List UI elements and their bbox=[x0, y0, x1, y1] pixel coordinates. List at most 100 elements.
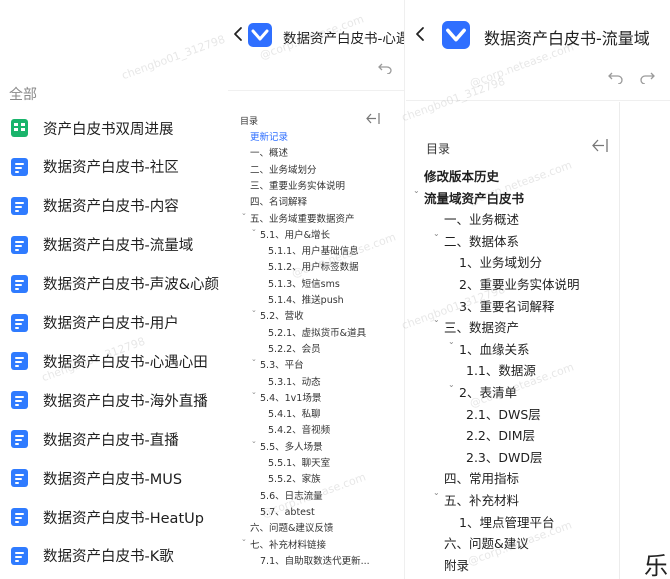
undo-icon[interactable] bbox=[378, 62, 392, 74]
expand-caret-icon[interactable]: ⌄ bbox=[241, 535, 247, 543]
expand-caret-icon[interactable]: ⌄ bbox=[251, 306, 257, 314]
toc-item[interactable]: 修改版本历史 bbox=[424, 166, 499, 185]
document-list-item[interactable]: 数据资产白皮书-K歌 bbox=[0, 537, 228, 575]
toc-item[interactable]: 1、业务域划分 bbox=[459, 252, 542, 271]
expand-caret-icon[interactable]: ⌄ bbox=[251, 388, 257, 396]
toc-item[interactable]: 二、业务域划分 bbox=[250, 162, 317, 176]
collapse-toc-icon[interactable] bbox=[592, 139, 608, 152]
document-list-item[interactable]: 数据资产白皮书-HeatUp bbox=[0, 498, 228, 536]
toc-item[interactable]: 六、问题&建议反馈 bbox=[250, 520, 333, 534]
toc-item[interactable]: 一、概述 bbox=[250, 145, 288, 159]
toc-item[interactable]: 附录 bbox=[444, 555, 469, 574]
toc-item[interactable]: 5.1、用户&增长 bbox=[260, 227, 330, 241]
toc-item[interactable]: 更新记录 bbox=[250, 129, 288, 143]
toc-item[interactable]: 三、重要业务实体说明 bbox=[250, 178, 345, 192]
toc-item[interactable]: 5.5.1、聊天室 bbox=[268, 455, 330, 469]
doc-icon bbox=[11, 274, 28, 293]
expand-caret-icon[interactable]: ⌄ bbox=[251, 355, 257, 363]
toc-item[interactable]: 1、血缘关系 bbox=[459, 339, 529, 358]
toc-item[interactable]: 二、数据体系 bbox=[444, 231, 519, 250]
document-list-item[interactable]: 数据资产白皮书-流量域 bbox=[0, 226, 228, 264]
document-title: 数据资产白皮书-流量域 bbox=[43, 238, 194, 255]
toc-item[interactable]: 5.4、1v1场景 bbox=[260, 390, 321, 404]
toc-item[interactable]: 5.1.4、推送push bbox=[268, 292, 344, 306]
document-list-item[interactable]: 数据资产白皮书-海外直播 bbox=[0, 381, 228, 419]
content-fragment: 乐 bbox=[644, 552, 668, 579]
back-arrow-icon[interactable] bbox=[414, 26, 426, 42]
doc-outline-panel-narrow: 数据资产白皮书-心遇 目录 更新记录一、概述二、业务域划分三、重要业务实体说明四… bbox=[228, 0, 405, 579]
toc-item[interactable]: 三、数据资产 bbox=[444, 317, 519, 336]
toc-item[interactable]: 一、业务概述 bbox=[444, 209, 519, 228]
toc-item[interactable]: 1.1、数据源 bbox=[466, 360, 536, 379]
toc-item[interactable]: 四、名词解释 bbox=[250, 194, 307, 208]
expand-caret-icon[interactable]: ⌄ bbox=[433, 488, 440, 497]
content-divider bbox=[619, 102, 620, 579]
header-divider bbox=[406, 100, 670, 101]
doc-icon bbox=[11, 430, 28, 449]
toc-item[interactable]: 2.3、DWD层 bbox=[466, 447, 543, 466]
back-arrow-icon[interactable] bbox=[232, 26, 244, 42]
toc-item[interactable]: 2、重要业务实体说明 bbox=[459, 274, 579, 293]
toc-item[interactable]: 5.3、平台 bbox=[260, 357, 304, 371]
doc-title: 数据资产白皮书-流量域 bbox=[484, 29, 650, 48]
sheet-icon bbox=[11, 119, 28, 137]
expand-caret-icon[interactable]: ⌄ bbox=[241, 209, 247, 217]
toc-item[interactable]: 5.1.2、用户标签数据 bbox=[268, 259, 359, 273]
doc-icon bbox=[11, 313, 28, 332]
toc-item[interactable]: 五、业务域重要数据资产 bbox=[250, 211, 355, 225]
toc-item[interactable]: 5.4.2、音视频 bbox=[268, 422, 330, 436]
document-title: 数据资产白皮书-用户 bbox=[43, 316, 179, 332]
document-title: 数据资产白皮书-MUS bbox=[43, 471, 183, 488]
app-logo-icon bbox=[248, 23, 272, 47]
toc-item[interactable]: 五、补充材料 bbox=[444, 490, 519, 509]
expand-caret-icon[interactable]: ⌄ bbox=[448, 380, 455, 389]
toc-item[interactable]: 5.3.1、动态 bbox=[268, 374, 321, 388]
toc-item[interactable]: 5.5.2、家族 bbox=[268, 471, 321, 485]
doc-title: 数据资产白皮书-心遇 bbox=[283, 31, 405, 47]
collapse-toc-icon[interactable] bbox=[366, 113, 380, 124]
expand-caret-icon[interactable]: ⌄ bbox=[251, 225, 257, 233]
toc-item[interactable]: 5.2.1、虚拟货币&道具 bbox=[268, 325, 366, 339]
document-title: 数据资产白皮书-社区 bbox=[43, 160, 179, 177]
toc-item[interactable]: 5.1.1、用户基础信息 bbox=[268, 243, 359, 257]
expand-caret-icon[interactable]: ⌄ bbox=[433, 229, 440, 238]
document-title: 数据资产白皮书-心遇心田 bbox=[43, 354, 208, 371]
toc-item[interactable]: 四、常用指标 bbox=[444, 468, 519, 487]
doc-icon bbox=[11, 235, 28, 254]
redo-icon[interactable] bbox=[640, 71, 655, 84]
document-list-item[interactable]: 数据资产白皮书-MUS bbox=[0, 459, 228, 497]
document-list-item[interactable]: 数据资产白皮书-声波&心颜 bbox=[0, 265, 228, 303]
document-list-item[interactable]: 数据资产白皮书-内容 bbox=[0, 187, 228, 225]
doc-icon bbox=[11, 546, 28, 565]
toc-item[interactable]: 流量域资产白皮书 bbox=[424, 188, 524, 207]
expand-caret-icon[interactable]: ⌄ bbox=[251, 437, 257, 445]
toc-item[interactable]: 5.5、多人场景 bbox=[260, 439, 323, 453]
document-list-item[interactable]: 数据资产白皮书-心遇心田 bbox=[0, 342, 228, 380]
toc-item[interactable]: 六、问题&建议 bbox=[444, 533, 529, 552]
toc-item[interactable]: 5.7、abtest bbox=[260, 504, 315, 518]
toc-item[interactable]: 3、重要名词解释 bbox=[459, 296, 554, 315]
toc-item[interactable]: 5.1.3、短信sms bbox=[268, 276, 340, 290]
toc-item[interactable]: 7.1、自助取数迭代更新... bbox=[260, 553, 370, 567]
toc-item[interactable]: 5.4.1、私聊 bbox=[268, 406, 321, 420]
expand-caret-icon[interactable]: ⌄ bbox=[448, 337, 455, 346]
document-list-item[interactable]: 数据资产白皮书-社区 bbox=[0, 148, 228, 186]
toc-item[interactable]: 2.2、DIM层 bbox=[466, 425, 535, 444]
toc-item[interactable]: 5.2、营收 bbox=[260, 308, 304, 322]
header-divider bbox=[228, 90, 404, 91]
toc-label: 目录 bbox=[240, 117, 259, 127]
toc-item[interactable]: 七、补充材料链接 bbox=[250, 537, 326, 551]
toc-item[interactable]: 1、埋点管理平台 bbox=[459, 512, 554, 531]
toc-item[interactable]: 5.6、日志流量 bbox=[260, 488, 323, 502]
document-list-item[interactable]: 数据资产白皮书-用户 bbox=[0, 304, 228, 342]
expand-caret-icon[interactable]: ⌄ bbox=[433, 315, 440, 324]
document-title: 数据资产白皮书-HeatUp bbox=[43, 510, 204, 527]
toc-item[interactable]: 2、表清单 bbox=[459, 382, 517, 401]
undo-icon[interactable] bbox=[608, 71, 623, 84]
document-list-item[interactable]: 数据资产白皮书-直播 bbox=[0, 420, 228, 458]
toc-item[interactable]: 5.2.2、会员 bbox=[268, 341, 321, 355]
toc-item[interactable]: 2.1、DWS层 bbox=[466, 404, 541, 423]
document-list-panel: 全部 资产白皮书双周进展 数据资产白皮书-社区 数据资产白皮书-内容 数据资产白皮书-… bbox=[0, 0, 228, 579]
document-list-item[interactable]: 资产白皮书双周进展 bbox=[0, 109, 228, 147]
expand-caret-icon[interactable]: ⌄ bbox=[413, 186, 420, 195]
